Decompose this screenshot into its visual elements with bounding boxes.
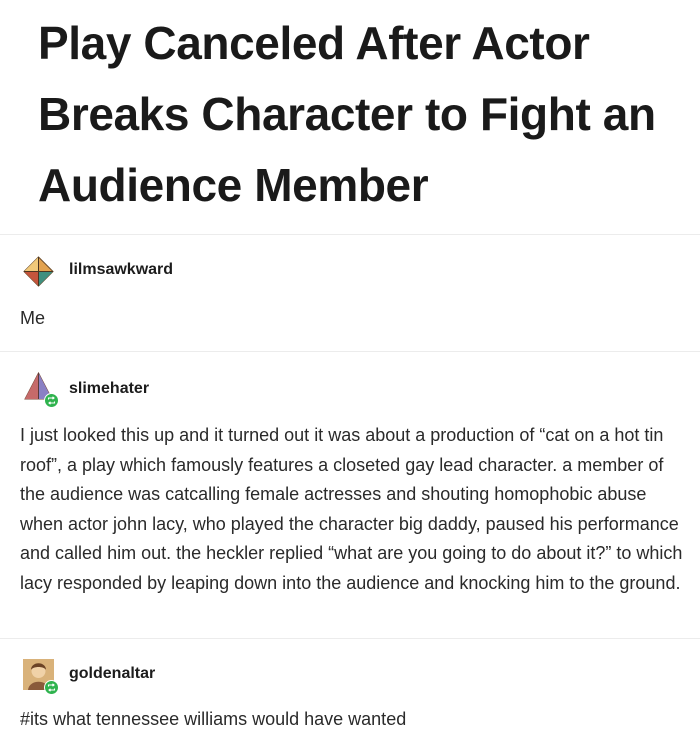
headline: Play Canceled After Actor Breaks Charact… [38,17,656,211]
post-username[interactable]: goldenaltar [69,665,155,683]
diamond-avatar-icon[interactable] [22,255,55,288]
post-text: I just looked this up and it turned out … [20,425,683,593]
reblog-icon [44,393,59,408]
divider [0,234,700,235]
divider [0,638,700,639]
post-username[interactable]: lilmsawkward [69,261,173,279]
reblog-icon [44,680,59,695]
divider [0,351,700,352]
post-username[interactable]: slimehater [69,380,149,398]
post-text: #its what tennessee williams would have … [20,709,407,729]
post-text: Me [20,308,46,328]
